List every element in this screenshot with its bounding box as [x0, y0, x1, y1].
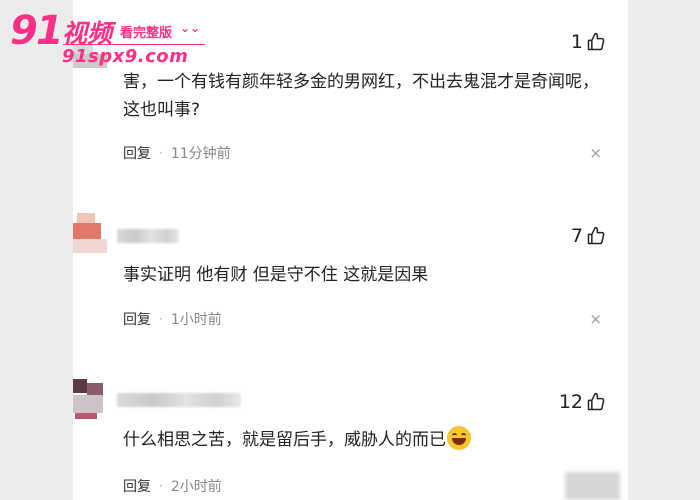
like-count[interactable]: 7 [571, 225, 606, 247]
left-margin [0, 0, 73, 500]
like-count[interactable]: 1 [571, 31, 606, 53]
comment-text: 什么相思之苦，就是留后手，威胁人的而已 [123, 426, 603, 454]
avatar [73, 213, 107, 253]
avatar [73, 379, 107, 419]
separator-dot: · [159, 479, 163, 493]
comment-panel: 1 害，一个有钱有颜年轻多金的男网红，不出去鬼混才是奇闻呢，这也叫事? 回复 ·… [73, 0, 628, 500]
close-icon[interactable]: × [589, 310, 602, 328]
blurred-region [565, 472, 620, 500]
comment-meta: 回复 · 2小时前 [123, 476, 222, 496]
watermark-divider [63, 44, 205, 45]
username-blurred [117, 229, 179, 243]
like-count[interactable]: 12 [559, 391, 606, 413]
separator-dot: · [159, 146, 163, 160]
thumbs-up-icon[interactable] [586, 392, 606, 412]
comment-meta: 回复 · 11分钟前 [123, 143, 231, 163]
thumbs-up-icon[interactable] [586, 32, 606, 52]
site-watermark: 91 视频 看完整版 ⌄⌄ 91spx9.com [8, 8, 208, 68]
watermark-number: 91 [10, 8, 64, 54]
reply-button[interactable]: 回复 [123, 476, 151, 496]
like-count-number: 7 [570, 225, 583, 247]
close-icon[interactable]: × [589, 144, 602, 162]
reply-button[interactable]: 回复 [123, 143, 151, 163]
comment-item: 7 事实证明 他有财 但是守不住 这就是因果 回复 · 1小时前 × [73, 205, 628, 335]
watermark-tag: 看完整版 [120, 26, 173, 41]
comment-item: 12 什么相思之苦，就是留后手，威胁人的而已 回复 · 2小时前 [73, 375, 628, 500]
thumbs-up-icon[interactable] [586, 226, 606, 246]
comment-text: 事实证明 他有财 但是守不住 这就是因果 [123, 265, 429, 285]
like-count-number: 1 [570, 31, 583, 53]
username-blurred [117, 393, 241, 407]
watermark-url: 91spx9.com [62, 46, 189, 67]
timestamp: 1小时前 [170, 312, 222, 328]
right-margin [628, 0, 700, 500]
like-count-number: 12 [558, 391, 583, 413]
separator-dot: · [159, 312, 163, 326]
chevron-down-icon: ⌄⌄ [180, 21, 201, 35]
comment-text-body: 什么相思之苦，就是留后手，威胁人的而已 [123, 430, 446, 450]
comment-meta: 回复 · 1小时前 [123, 309, 222, 329]
comment-text: 害，一个有钱有颜年轻多金的男网红，不出去鬼混才是奇闻呢，这也叫事? [123, 72, 599, 120]
timestamp: 2小时前 [170, 479, 222, 495]
grinning-emoji-icon [447, 426, 471, 450]
reply-button[interactable]: 回复 [123, 309, 151, 329]
timestamp: 11分钟前 [170, 146, 231, 162]
